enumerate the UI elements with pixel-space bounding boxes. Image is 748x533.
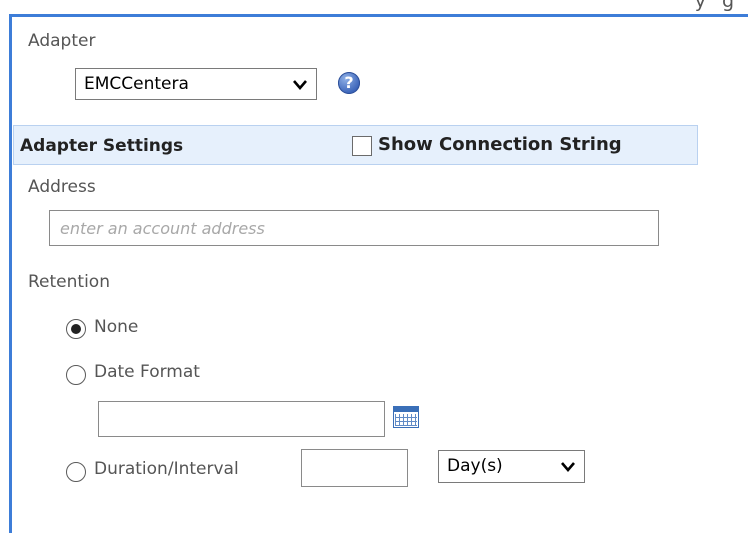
retention-duration-label[interactable]: Duration/Interval — [94, 459, 239, 479]
duration-unit-select[interactable]: Day(s) — [438, 450, 585, 483]
show-connection-string-label[interactable]: Show Connection String — [378, 134, 622, 155]
calendar-icon[interactable] — [393, 406, 419, 428]
retention-none-label[interactable]: None — [94, 317, 138, 337]
retention-date-format-label[interactable]: Date Format — [94, 362, 200, 382]
chevron-down-icon — [561, 462, 575, 472]
retention-none-radio[interactable] — [66, 319, 86, 339]
adapter-select[interactable]: EMCCentera — [75, 68, 317, 100]
retention-duration-radio[interactable] — [66, 462, 86, 482]
cropped-text: y — [694, 0, 706, 11]
help-question-icon[interactable]: ? — [338, 72, 360, 94]
cropped-text-right: g — [721, 0, 734, 11]
adapter-settings-header: Adapter Settings Show Connection String — [13, 125, 698, 165]
date-format-input[interactable] — [98, 401, 385, 437]
adapter-select-value: EMCCentera — [84, 74, 189, 94]
show-connection-string-checkbox[interactable] — [352, 136, 372, 156]
address-placeholder: enter an account address — [60, 219, 265, 238]
address-label: Address — [28, 177, 96, 197]
retention-date-format-radio[interactable] — [66, 365, 86, 385]
duration-value-input[interactable] — [301, 449, 408, 487]
top-cropped-strip: y g — [0, 0, 748, 11]
retention-label: Retention — [28, 272, 110, 292]
adapter-label: Adapter — [28, 31, 96, 51]
adapter-settings-title: Adapter Settings — [20, 136, 184, 156]
radio-selected-dot — [71, 324, 81, 334]
duration-unit-value: Day(s) — [447, 456, 503, 476]
chevron-down-icon — [293, 80, 307, 90]
adapter-config-panel: Adapter EMCCentera ? Adapter Settings Sh… — [9, 14, 748, 533]
address-input[interactable]: enter an account address — [49, 210, 659, 246]
